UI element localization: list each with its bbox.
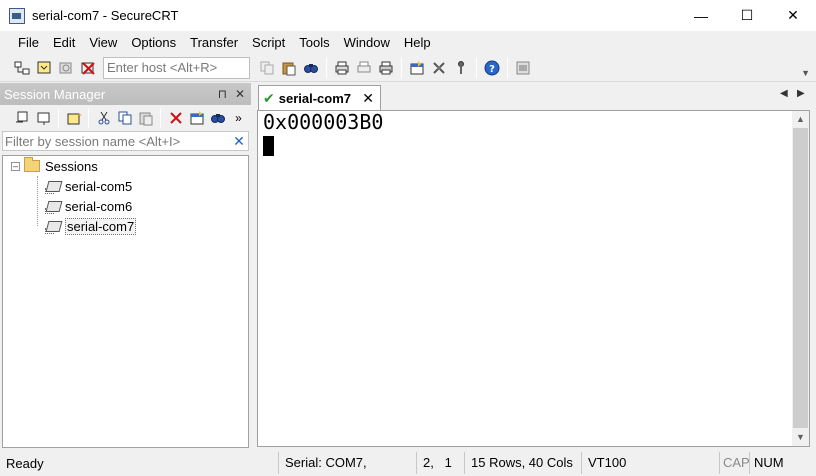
serial-session-icon [45, 178, 61, 194]
connected-check-icon: ✔ [263, 89, 275, 106]
toolbar-separator [507, 57, 508, 78]
paste-session-icon[interactable] [137, 109, 154, 127]
key-icon[interactable] [452, 59, 470, 77]
title-bar: serial-com7 - SecureCRT — ☐ ✕ [0, 0, 816, 31]
new-session-icon[interactable] [65, 109, 82, 127]
tree-connector [37, 176, 38, 226]
toolbar-separator [88, 108, 89, 128]
connect-icon[interactable] [13, 59, 31, 77]
securecrt-app-icon [9, 7, 25, 24]
tree-item-serial-com5[interactable]: serial-com5 [45, 176, 132, 196]
status-terminal-size: 15 Rows, 40 Cols [464, 452, 581, 474]
status-emulation: VT100 [581, 452, 719, 474]
session-label: serial-com5 [65, 178, 133, 194]
clear-filter-icon[interactable]: ✕ [230, 133, 248, 150]
disconnect-icon[interactable] [79, 59, 97, 77]
enter-host-input[interactable] [103, 56, 250, 79]
toolbar-separator [160, 108, 161, 128]
menu-edit[interactable]: Edit [46, 31, 82, 54]
tree-item-serial-com7[interactable]: serial-com7 [45, 216, 137, 236]
session-tree: – Sessions serial-com5 serial-com6 seria… [2, 155, 249, 448]
toolbar-separator [58, 108, 59, 128]
minimize-button[interactable]: — [678, 0, 724, 31]
session-filter-input[interactable] [3, 132, 230, 150]
maximize-button[interactable]: ☐ [724, 0, 770, 31]
status-state: Ready [6, 455, 44, 471]
pin-icon[interactable]: ⊓ [218, 87, 227, 101]
folder-icon [24, 157, 40, 172]
session-manager-header: Session Manager ⊓ ✕ [0, 83, 251, 105]
menu-options[interactable]: Options [124, 31, 183, 54]
serial-session-icon [45, 198, 61, 214]
tree-item-serial-com6[interactable]: serial-com6 [45, 196, 132, 216]
properties-icon[interactable] [188, 109, 205, 127]
window-title: serial-com7 - SecureCRT [32, 8, 179, 23]
session-filter: ✕ [2, 131, 249, 151]
scroll-up-icon[interactable]: ▲ [792, 111, 809, 128]
window-controls: — ☐ ✕ [678, 0, 816, 31]
close-panel-icon[interactable]: ✕ [235, 87, 245, 101]
tab-scroll-right-icon[interactable]: ▶ [797, 88, 805, 99]
cut-icon[interactable] [95, 109, 112, 127]
status-num-lock: NUM [749, 452, 787, 474]
menu-transfer[interactable]: Transfer [183, 31, 245, 54]
more-tools-icon[interactable]: » [230, 109, 247, 127]
help-icon[interactable]: ? [483, 59, 501, 77]
menu-tools[interactable]: Tools [292, 31, 336, 54]
tab-serial-com7[interactable]: ✔ serial-com7 ✕ [258, 85, 381, 110]
print-screen-icon[interactable] [333, 59, 351, 77]
close-tab-icon[interactable]: ✕ [362, 90, 374, 107]
connect-tab-icon[interactable] [35, 109, 52, 127]
delete-icon[interactable] [167, 109, 184, 127]
quick-connect-icon[interactable] [35, 59, 53, 77]
copy-session-icon[interactable] [116, 109, 133, 127]
toolbar-separator [476, 57, 477, 78]
print-icon[interactable] [377, 59, 395, 77]
session-options-icon[interactable] [408, 59, 426, 77]
find-icon[interactable] [302, 59, 320, 77]
serial-session-icon [45, 218, 61, 234]
menu-help[interactable]: Help [397, 31, 438, 54]
menu-file[interactable]: File [11, 31, 46, 54]
collapse-icon[interactable]: – [11, 161, 20, 171]
session-manager-title: Session Manager [4, 86, 106, 102]
status-cursor-position: 2, 1 [416, 452, 464, 474]
scroll-down-icon[interactable]: ▼ [792, 429, 809, 446]
print-selection-icon[interactable] [355, 59, 373, 77]
menu-view[interactable]: View [82, 31, 124, 54]
tree-root-label: Sessions [45, 158, 98, 174]
copy-icon[interactable] [258, 59, 276, 77]
reconnect-icon[interactable] [57, 59, 75, 77]
global-options-icon[interactable] [430, 59, 448, 77]
session-manager-toolbar: » [0, 105, 251, 131]
vertical-scrollbar[interactable]: ▲ ▼ [792, 111, 809, 446]
svg-text:?: ? [489, 64, 495, 75]
close-window-button[interactable]: ✕ [770, 0, 816, 31]
menu-script[interactable]: Script [245, 31, 292, 54]
tab-bar: ✔ serial-com7 ✕ ◀ ▶ [256, 83, 816, 110]
connect-session-icon[interactable] [14, 109, 31, 127]
main-toolbar: ? ▼ [0, 54, 816, 82]
session-label: serial-com7 [65, 217, 137, 235]
tree-root-sessions[interactable]: – Sessions [11, 156, 98, 176]
toolbar-separator [401, 57, 402, 78]
toolbar-chevron-icon[interactable]: ▼ [801, 68, 810, 78]
toolbar-separator [326, 57, 327, 78]
terminal-view[interactable]: 0x000003B0 ▲ ▼ [257, 110, 810, 447]
status-cap-lock: CAP [719, 452, 750, 474]
status-bar: Ready Serial: COM7, 115200 2, 1 15 Rows,… [0, 450, 816, 476]
scrollbar-thumb[interactable] [793, 128, 808, 428]
status-connection: Serial: COM7, 115200 [278, 452, 416, 474]
find-session-icon[interactable] [209, 109, 226, 127]
session-manager-panel: Session Manager ⊓ ✕ » Filter by session … [0, 83, 251, 449]
menu-window[interactable]: Window [337, 31, 397, 54]
terminal-line: 0x000003B0 [263, 110, 384, 134]
session-label: serial-com6 [65, 198, 133, 214]
tab-label: serial-com7 [278, 90, 351, 106]
tab-scroll-left-icon[interactable]: ◀ [780, 88, 788, 99]
menu-bar: File Edit View Options Transfer Script T… [0, 31, 816, 54]
paste-icon[interactable] [280, 59, 298, 77]
keymap-icon[interactable] [514, 59, 532, 77]
terminal-cursor [263, 136, 274, 156]
